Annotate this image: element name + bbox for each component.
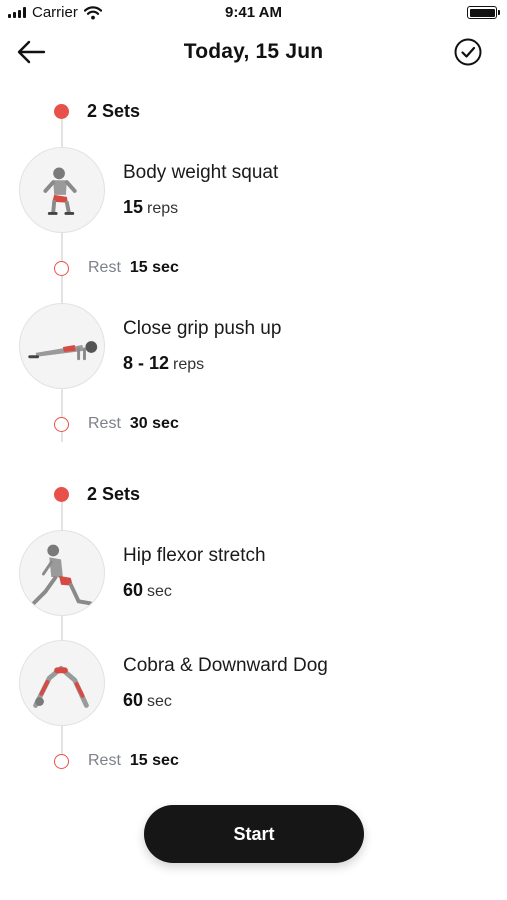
set-marker [54,104,69,119]
status-time: 9:41 AM [225,4,282,21]
rest-marker [54,261,69,276]
exercise-amount-value: 60 [123,690,144,710]
exercise-amount: 60 sec [123,690,172,711]
exercise-amount-value: 15 [123,197,144,217]
rest-row: Rest 30 sec [88,415,179,433]
rest-marker [54,417,69,432]
exercise-name[interactable]: Cobra & Downward Dog [123,655,328,677]
exercise-amount: 60 sec [123,580,172,601]
exercise-name[interactable]: Close grip push up [123,318,281,340]
exercise-amount-unit: reps [173,356,205,373]
rest-value: 15 sec [129,259,179,276]
exercise-thumbnail-squat[interactable] [19,147,105,233]
exercise-amount: 15 reps [123,197,178,218]
exercise-amount-unit: sec [147,583,172,600]
exercise-name[interactable]: Hip flexor stretch [123,545,266,567]
battery-icon [467,6,500,19]
exercise-thumbnail-push-up[interactable] [19,303,105,389]
navigation-bar: Today, 15 Jun [0,30,507,74]
exercise-thumbnail-cobra-dog[interactable] [19,640,105,726]
rest-value: 15 sec [129,752,179,769]
exercise-thumbnail-hip-flexor[interactable] [19,530,105,616]
sets-label: 2 Sets [87,101,141,121]
push-up-figure-icon [28,341,98,361]
rest-label: Rest [88,259,121,276]
exercise-amount-value: 60 [123,580,144,600]
status-bar: Carrier 9:41 AM [0,0,507,26]
rest-value: 30 sec [129,415,179,432]
check-circle-icon[interactable] [453,37,483,67]
hip-flexor-figure-icon [31,544,93,606]
exercise-amount-value: 8 - 12 [123,353,170,373]
set-marker [54,487,69,502]
exercise-amount: 8 - 12 reps [123,353,204,374]
rest-label: Rest [88,752,121,769]
exercise-name[interactable]: Body weight squat [123,162,278,184]
rest-row: Rest 15 sec [88,752,179,770]
sets-label: 2 Sets [87,484,141,504]
rest-row: Rest 15 sec [88,259,179,277]
exercise-amount-unit: reps [147,200,179,217]
rest-marker [54,754,69,769]
exercise-amount-unit: sec [147,693,172,710]
page-title: Today, 15 Jun [183,40,324,63]
downward-dog-figure-icon [33,665,89,708]
rest-label: Rest [88,415,121,432]
start-button[interactable]: Start [144,805,364,863]
squat-figure-icon [43,167,77,215]
